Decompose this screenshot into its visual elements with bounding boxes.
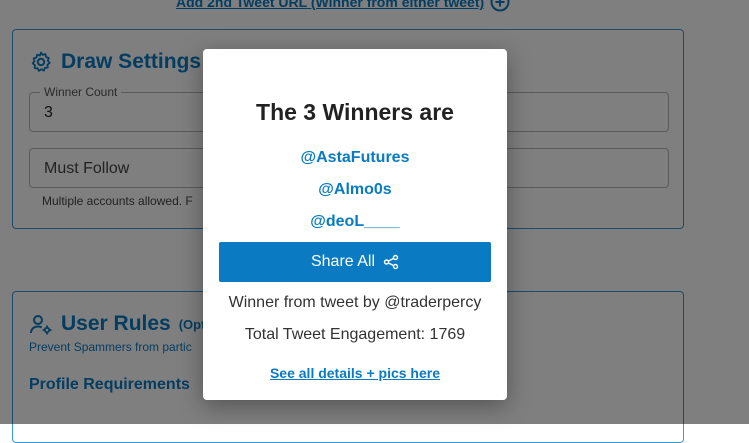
engagement-text: Total Tweet Engagement: 1769 (244, 326, 466, 343)
winner-source-text: Winner from tweet by @traderpercy (228, 294, 482, 311)
modal-title: The 3 Winners are (256, 99, 454, 125)
winner-link[interactable]: @Almo0s (203, 181, 507, 199)
share-all-label: Share All (310, 253, 376, 270)
see-details-link[interactable]: See all details + pics here (203, 365, 507, 381)
share-icon (383, 254, 399, 270)
winner-link[interactable]: @deoL____ (203, 213, 507, 231)
share-all-button[interactable]: Share All (219, 242, 491, 282)
winner-link[interactable]: @AstaFutures (203, 149, 507, 167)
winners-modal: The 3 Winners are @AstaFutures @Almo0s @… (203, 49, 507, 400)
